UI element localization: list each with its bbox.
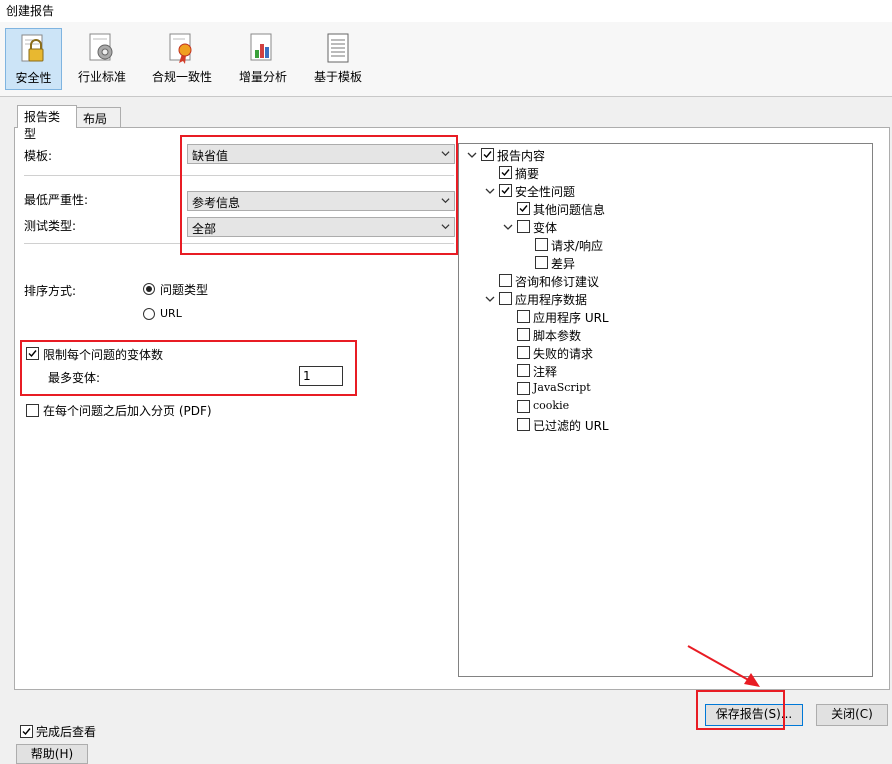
tree-item-label: 请求/响应 (551, 239, 604, 253)
tree-item-label: 咨询和修订建议 (515, 275, 600, 289)
toolbar-security-button[interactable]: 安全性 (5, 28, 62, 90)
tree-checkbox[interactable] (517, 346, 530, 359)
sort-by-issue-type-radio[interactable] (143, 283, 155, 295)
sort-label: 排序方式: (24, 284, 77, 298)
toolbar-template-based-label: 基于模板 (313, 70, 362, 84)
tree-checkbox[interactable] (535, 238, 548, 251)
highlight-box-filters (180, 135, 458, 255)
tree-item-label: cookie (533, 399, 570, 412)
tree-checkbox[interactable] (499, 292, 512, 305)
award-ribbon-icon (169, 33, 192, 64)
toolbar-template-based-button[interactable]: 基于模板 (308, 28, 368, 90)
chevron-down-icon[interactable] (503, 222, 513, 232)
toolbar-compliance-button[interactable]: 合规一致性 (148, 28, 216, 90)
checkmark-icon (519, 205, 528, 213)
tree-item-label: 变体 (533, 221, 558, 235)
tree-item-label: 应用程序 URL (533, 311, 609, 325)
tree-checkbox[interactable] (517, 310, 530, 323)
bar-chart-document-icon (250, 33, 272, 61)
tree-item-label: 差异 (551, 257, 576, 271)
tree-checkbox[interactable] (481, 148, 494, 161)
tree-checkbox[interactable] (499, 166, 512, 179)
tree-item-label: 失败的请求 (533, 347, 594, 361)
tree-item-label: 其他问题信息 (533, 203, 606, 217)
toolbar-industry-standard-button[interactable]: 行业标准 (72, 28, 132, 90)
chevron-down-icon[interactable] (485, 186, 495, 196)
template-document-icon (327, 33, 349, 63)
tree-checkbox[interactable] (535, 256, 548, 269)
tab-report-type[interactable]: 报告类型 (17, 105, 77, 141)
help-button[interactable]: 帮助(H) (16, 744, 88, 764)
checkmark-icon (501, 169, 510, 177)
tree-item-label: 脚本参数 (533, 329, 582, 343)
report-category-toolbar: 安全性 行业标准 合规一致性 增量分析 基于模板 (0, 22, 892, 97)
toolbar-delta-analysis-label: 增量分析 (238, 70, 287, 84)
tree-checkbox[interactable] (499, 274, 512, 287)
window-title: 创建报告 (6, 4, 55, 18)
tree-checkbox[interactable] (517, 220, 530, 233)
checkmark-icon (501, 187, 510, 195)
highlight-box-save (696, 690, 785, 730)
tree-item-label: 注释 (533, 365, 558, 379)
tree-item-label: 已过滤的 URL (533, 419, 609, 433)
highlight-box-variants (20, 340, 357, 396)
checkmark-icon (22, 728, 31, 736)
lock-icon (21, 34, 43, 62)
chevron-down-icon[interactable] (485, 294, 495, 304)
sort-by-url-label: URL (160, 307, 182, 320)
toolbar-industry-standard-label: 行业标准 (77, 70, 126, 84)
view-after-checkbox[interactable] (20, 725, 33, 738)
tree-item-label: 安全性问题 (515, 185, 576, 199)
title-bar: 创建报告 (0, 0, 892, 22)
tree-item-label: 摘要 (515, 167, 540, 181)
close-button[interactable]: 关闭(C) (816, 704, 888, 726)
gear-document-icon (89, 33, 113, 61)
tree-checkbox[interactable] (517, 202, 530, 215)
tree-checkbox[interactable] (517, 328, 530, 341)
checkmark-icon (483, 151, 492, 159)
toolbar-delta-analysis-button[interactable]: 增量分析 (234, 28, 292, 90)
tree-checkbox[interactable] (517, 382, 530, 395)
tab-layout[interactable]: 布局 (76, 107, 121, 127)
tree-checkbox[interactable] (517, 400, 530, 413)
sort-by-issue-type-label: 问题类型 (160, 283, 209, 297)
view-after-label: 完成后查看 (36, 725, 97, 739)
tree-checkbox[interactable] (499, 184, 512, 197)
page-break-label: 在每个问题之后加入分页 (PDF) (43, 404, 212, 418)
sort-by-url-radio[interactable] (143, 308, 155, 320)
tree-item-label: 报告内容 (497, 149, 546, 163)
tree-item-label: 应用程序数据 (515, 293, 588, 307)
tree-checkbox[interactable] (517, 364, 530, 377)
tree-item-label: JavaScript (533, 381, 591, 394)
template-label: 模板: (24, 149, 53, 163)
page-break-checkbox[interactable] (26, 404, 39, 417)
tree-checkbox[interactable] (517, 418, 530, 431)
chevron-down-icon[interactable] (467, 150, 477, 160)
test-type-label: 测试类型: (24, 219, 77, 233)
toolbar-security-label: 安全性 (15, 71, 52, 85)
min-severity-label: 最低严重性: (24, 193, 89, 207)
toolbar-compliance-label: 合规一致性 (151, 70, 212, 84)
